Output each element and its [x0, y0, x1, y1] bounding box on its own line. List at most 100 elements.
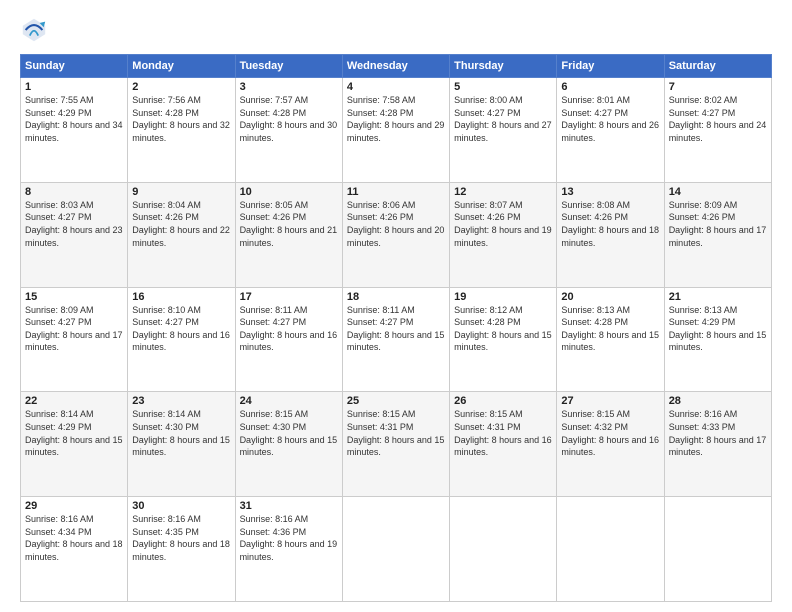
calendar-week-3: 15Sunrise: 8:09 AMSunset: 4:27 PMDayligh…: [21, 287, 772, 392]
calendar-day-17: 17Sunrise: 8:11 AMSunset: 4:27 PMDayligh…: [235, 287, 342, 392]
cell-info: Sunrise: 7:56 AMSunset: 4:28 PMDaylight:…: [132, 95, 230, 143]
day-number: 22: [25, 395, 123, 407]
day-header-tuesday: Tuesday: [235, 55, 342, 78]
calendar-day-2: 2Sunrise: 7:56 AMSunset: 4:28 PMDaylight…: [128, 78, 235, 183]
cell-info: Sunrise: 8:12 AMSunset: 4:28 PMDaylight:…: [454, 305, 552, 353]
cell-info: Sunrise: 8:05 AMSunset: 4:26 PMDaylight:…: [240, 200, 338, 248]
calendar-week-4: 22 Sunrise: 8:14 AMSunset: 4:29 PMDayligh…: [21, 392, 772, 497]
calendar-day-8: 8 Sunrise: 8:03 AMSunset: 4:27 PMDaylight…: [21, 182, 128, 287]
cell-info: Sunrise: 8:11 AMSunset: 4:27 PMDaylight:…: [347, 305, 445, 353]
calendar-header-row: SundayMondayTuesdayWednesdayThursdayFrid…: [21, 55, 772, 78]
day-header-thursday: Thursday: [450, 55, 557, 78]
cell-info: Sunrise: 8:09 AMSunset: 4:26 PMDaylight:…: [669, 200, 767, 248]
day-number: 8: [25, 186, 123, 198]
day-number: 26: [454, 395, 552, 407]
cell-info: Sunrise: 7:57 AMSunset: 4:28 PMDaylight:…: [240, 95, 338, 143]
day-number: 17: [240, 291, 338, 303]
calendar-day-24: 24 Sunrise: 8:15 AMSunset: 4:30 PMDayligh…: [235, 392, 342, 497]
calendar-page: SundayMondayTuesdayWednesdayThursdayFrid…: [0, 0, 792, 612]
day-number: 30: [132, 500, 230, 512]
day-number: 3: [240, 81, 338, 93]
calendar-week-1: 1 Sunrise: 7:55 AMSunset: 4:29 PMDaylight…: [21, 78, 772, 183]
day-number: 9: [132, 186, 230, 198]
day-number: 16: [132, 291, 230, 303]
cell-info: Sunrise: 7:55 AMSunset: 4:29 PMDaylight:…: [25, 95, 123, 143]
calendar-day-14: 14 Sunrise: 8:09 AMSunset: 4:26 PMDayligh…: [664, 182, 771, 287]
cell-info: Sunrise: 8:15 AMSunset: 4:30 PMDaylight:…: [240, 409, 338, 457]
calendar-week-2: 8 Sunrise: 8:03 AMSunset: 4:27 PMDaylight…: [21, 182, 772, 287]
cell-info: Sunrise: 8:03 AMSunset: 4:27 PMDaylight:…: [25, 200, 123, 248]
day-number: 14: [669, 186, 767, 198]
day-number: 12: [454, 186, 552, 198]
calendar-day-19: 19 Sunrise: 8:12 AMSunset: 4:28 PMDayligh…: [450, 287, 557, 392]
calendar-day-21: 21 Sunrise: 8:13 AMSunset: 4:29 PMDayligh…: [664, 287, 771, 392]
day-number: 27: [561, 395, 659, 407]
day-number: 29: [25, 500, 123, 512]
cell-info: Sunrise: 8:16 AMSunset: 4:35 PMDaylight:…: [132, 514, 230, 562]
calendar-day-1: 1 Sunrise: 7:55 AMSunset: 4:29 PMDaylight…: [21, 78, 128, 183]
calendar-day-20: 20 Sunrise: 8:13 AMSunset: 4:28 PMDayligh…: [557, 287, 664, 392]
cell-info: Sunrise: 8:04 AMSunset: 4:26 PMDaylight:…: [132, 200, 230, 248]
calendar-day-22: 22 Sunrise: 8:14 AMSunset: 4:29 PMDayligh…: [21, 392, 128, 497]
cell-info: Sunrise: 8:10 AMSunset: 4:27 PMDaylight:…: [132, 305, 230, 353]
day-number: 13: [561, 186, 659, 198]
cell-info: Sunrise: 8:16 AMSunset: 4:34 PMDaylight:…: [25, 514, 123, 562]
day-number: 4: [347, 81, 445, 93]
day-number: 10: [240, 186, 338, 198]
calendar-table: SundayMondayTuesdayWednesdayThursdayFrid…: [20, 54, 772, 602]
day-number: 24: [240, 395, 338, 407]
day-number: 6: [561, 81, 659, 93]
day-header-friday: Friday: [557, 55, 664, 78]
calendar-day-7: 7 Sunrise: 8:02 AMSunset: 4:27 PMDaylight…: [664, 78, 771, 183]
day-header-sunday: Sunday: [21, 55, 128, 78]
calendar-day-3: 3 Sunrise: 7:57 AMSunset: 4:28 PMDaylight…: [235, 78, 342, 183]
cell-info: Sunrise: 8:13 AMSunset: 4:29 PMDaylight:…: [669, 305, 767, 353]
header: [20, 16, 772, 44]
day-number: 7: [669, 81, 767, 93]
calendar-day-6: 6Sunrise: 8:01 AMSunset: 4:27 PMDaylight…: [557, 78, 664, 183]
day-header-monday: Monday: [128, 55, 235, 78]
cell-info: Sunrise: 8:13 AMSunset: 4:28 PMDaylight:…: [561, 305, 659, 353]
logo: [20, 16, 52, 44]
calendar-day-15: 15Sunrise: 8:09 AMSunset: 4:27 PMDayligh…: [21, 287, 128, 392]
day-number: 20: [561, 291, 659, 303]
day-number: 5: [454, 81, 552, 93]
calendar-day-28: 28Sunrise: 8:16 AMSunset: 4:33 PMDayligh…: [664, 392, 771, 497]
day-number: 1: [25, 81, 123, 93]
calendar-day-10: 10 Sunrise: 8:05 AMSunset: 4:26 PMDayligh…: [235, 182, 342, 287]
calendar-day-12: 12 Sunrise: 8:07 AMSunset: 4:26 PMDayligh…: [450, 182, 557, 287]
calendar-day-11: 11 Sunrise: 8:06 AMSunset: 4:26 PMDayligh…: [342, 182, 449, 287]
day-number: 28: [669, 395, 767, 407]
cell-info: Sunrise: 8:16 AMSunset: 4:36 PMDaylight:…: [240, 514, 338, 562]
calendar-week-5: 29 Sunrise: 8:16 AMSunset: 4:34 PMDayligh…: [21, 497, 772, 602]
day-number: 21: [669, 291, 767, 303]
calendar-day-27: 27Sunrise: 8:15 AMSunset: 4:32 PMDayligh…: [557, 392, 664, 497]
day-number: 23: [132, 395, 230, 407]
cell-info: Sunrise: 8:06 AMSunset: 4:26 PMDaylight:…: [347, 200, 445, 248]
cell-info: Sunrise: 8:15 AMSunset: 4:31 PMDaylight:…: [454, 409, 552, 457]
calendar-day-16: 16 Sunrise: 8:10 AMSunset: 4:27 PMDayligh…: [128, 287, 235, 392]
day-header-wednesday: Wednesday: [342, 55, 449, 78]
calendar-day-4: 4 Sunrise: 7:58 AMSunset: 4:28 PMDaylight…: [342, 78, 449, 183]
calendar-day-9: 9 Sunrise: 8:04 AMSunset: 4:26 PMDaylight…: [128, 182, 235, 287]
cell-info: Sunrise: 8:08 AMSunset: 4:26 PMDaylight:…: [561, 200, 659, 248]
day-number: 31: [240, 500, 338, 512]
day-number: 18: [347, 291, 445, 303]
cell-info: Sunrise: 8:15 AMSunset: 4:31 PMDaylight:…: [347, 409, 445, 457]
cell-info: Sunrise: 7:58 AMSunset: 4:28 PMDaylight:…: [347, 95, 445, 143]
logo-icon: [20, 16, 48, 44]
empty-cell: [557, 497, 664, 602]
cell-info: Sunrise: 8:00 AMSunset: 4:27 PMDaylight:…: [454, 95, 552, 143]
cell-info: Sunrise: 8:07 AMSunset: 4:26 PMDaylight:…: [454, 200, 552, 248]
calendar-day-30: 30 Sunrise: 8:16 AMSunset: 4:35 PMDayligh…: [128, 497, 235, 602]
day-number: 11: [347, 186, 445, 198]
calendar-day-25: 25 Sunrise: 8:15 AMSunset: 4:31 PMDayligh…: [342, 392, 449, 497]
day-number: 25: [347, 395, 445, 407]
calendar-day-5: 5 Sunrise: 8:00 AMSunset: 4:27 PMDaylight…: [450, 78, 557, 183]
day-number: 19: [454, 291, 552, 303]
cell-info: Sunrise: 8:14 AMSunset: 4:29 PMDaylight:…: [25, 409, 123, 457]
calendar-day-23: 23 Sunrise: 8:14 AMSunset: 4:30 PMDayligh…: [128, 392, 235, 497]
calendar-day-18: 18 Sunrise: 8:11 AMSunset: 4:27 PMDayligh…: [342, 287, 449, 392]
cell-info: Sunrise: 8:02 AMSunset: 4:27 PMDaylight:…: [669, 95, 767, 143]
cell-info: Sunrise: 8:14 AMSunset: 4:30 PMDaylight:…: [132, 409, 230, 457]
